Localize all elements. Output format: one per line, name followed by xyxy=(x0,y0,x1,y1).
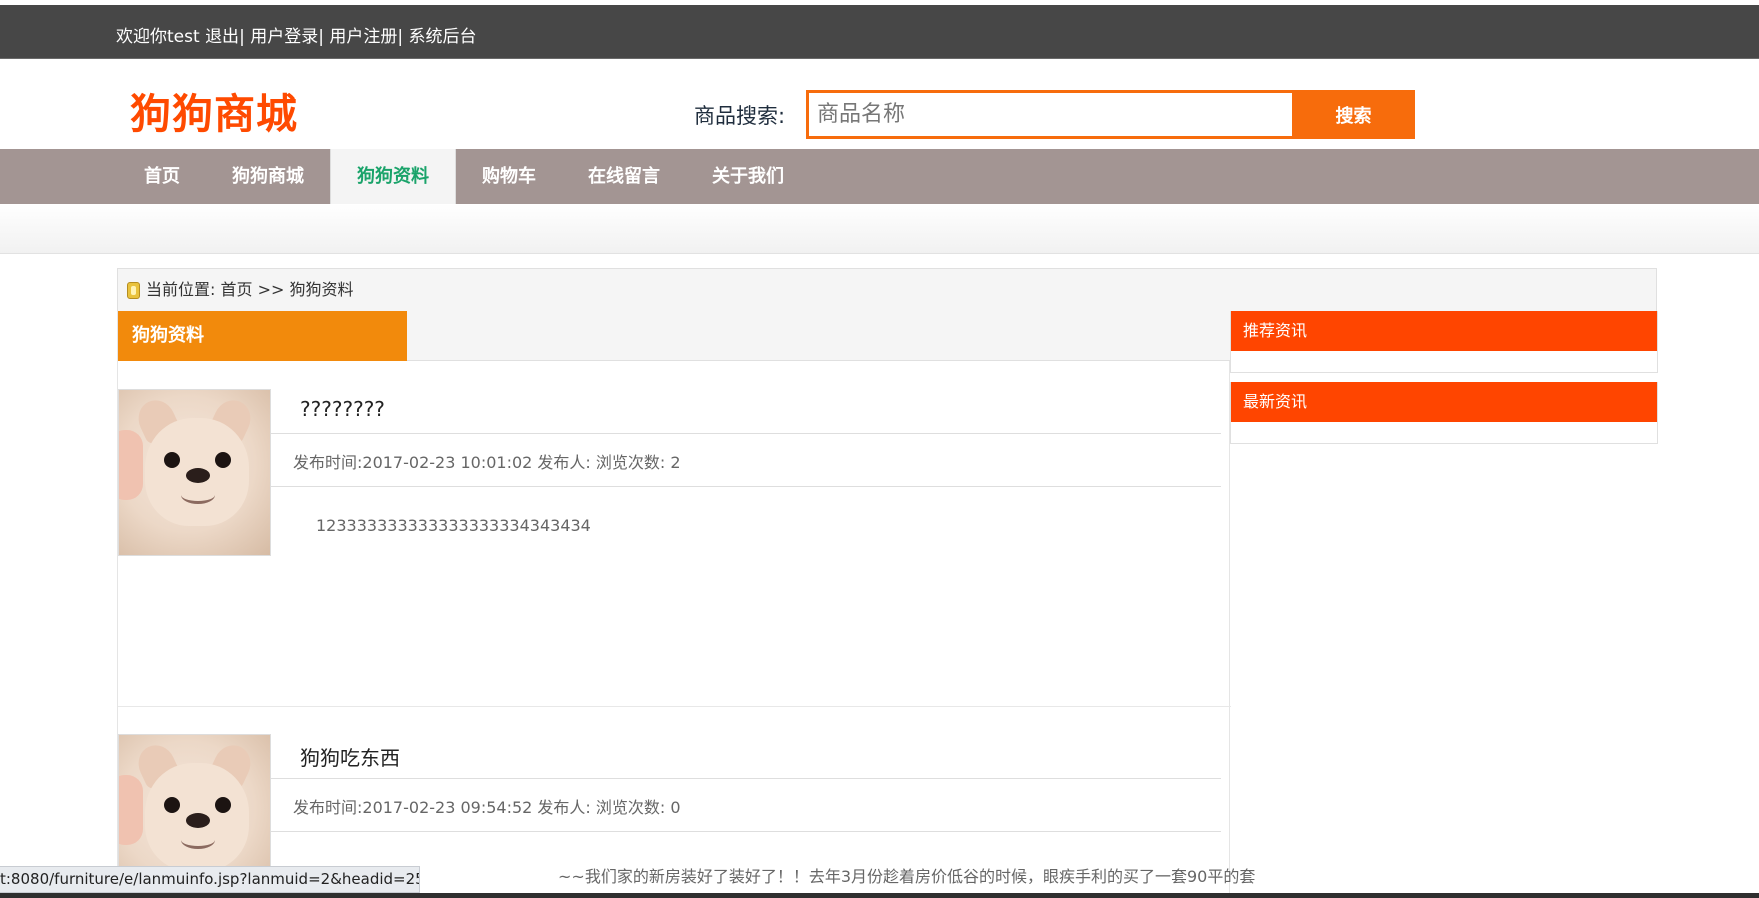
latest-list xyxy=(1231,422,1657,443)
article-thumbnail[interactable] xyxy=(118,389,271,556)
logout-link[interactable]: 退出 xyxy=(205,27,239,47)
article-title[interactable]: 狗狗吃东西 xyxy=(300,742,400,771)
search-label: 商品搜索: xyxy=(694,104,786,128)
admin-link[interactable]: | 系统后台 xyxy=(397,27,476,47)
nav-item-cart[interactable]: 购物车 xyxy=(456,149,562,204)
breadcrumb: 当前位置: 首页 >> 狗狗资料 xyxy=(117,268,1657,312)
section-header: 狗狗资料 xyxy=(118,311,1231,361)
article-separator xyxy=(118,706,1231,707)
status-url: t:8080/furniture/e/lanmuinfo.jsp?lanmuid… xyxy=(0,866,420,893)
nav-item-message[interactable]: 在线留言 xyxy=(562,149,686,204)
divider xyxy=(271,778,1221,779)
latest-title: 最新资讯 xyxy=(1231,382,1657,422)
top-bar: 欢迎你test 退出| 用户登录| 用户注册| 系统后台 xyxy=(0,5,1759,59)
search-input[interactable] xyxy=(806,90,1295,139)
article-meta: 发布时间:2017-02-23 10:01:02 发布人: 浏览次数: 2 xyxy=(293,453,681,472)
recommended-title: 推荐资讯 xyxy=(1231,311,1657,351)
login-link[interactable]: | 用户登录 xyxy=(239,27,318,47)
divider xyxy=(271,831,1221,832)
header: 狗狗商城 商品搜索: 搜索 xyxy=(0,60,1759,149)
register-link[interactable]: | 用户注册 xyxy=(318,27,397,47)
article-item: ???????? 发布时间:2017-02-23 10:01:02 发布人: 浏… xyxy=(118,389,1231,707)
breadcrumb-text: 当前位置: 首页 >> 狗狗资料 xyxy=(146,280,354,299)
section-title: 狗狗资料 xyxy=(118,311,407,361)
site-logo[interactable]: 狗狗商城 xyxy=(130,80,298,140)
recommended-list xyxy=(1231,351,1657,372)
user-links: 欢迎你test 退出| 用户登录| 用户注册| 系统后台 xyxy=(116,22,476,47)
search-button[interactable]: 搜索 xyxy=(1292,90,1415,139)
nav-item-shop[interactable]: 狗狗商城 xyxy=(206,149,330,204)
nav-item-about[interactable]: 关于我们 xyxy=(686,149,810,204)
banner-strip xyxy=(0,204,1759,254)
article-excerpt: ~~我们家的新房装好了装好了！！去年3月份趁着房价低谷的时候，眼疾手利的买了一套… xyxy=(558,867,1256,886)
divider xyxy=(271,433,1221,434)
recommended-box: 推荐资讯 xyxy=(1230,311,1658,373)
welcome-text: 欢迎你test xyxy=(116,27,206,47)
nav-item-dog-info[interactable]: 狗狗资料 xyxy=(330,149,456,204)
bottom-edge xyxy=(0,893,1759,898)
main-nav: 首页 狗狗商城 狗狗资料 购物车 在线留言 关于我们 xyxy=(0,149,1759,204)
divider xyxy=(271,486,1221,487)
main-content: 狗狗资料 ???????? 发布时间:2017-02-23 10:01:02 发… xyxy=(117,311,1255,898)
nav-item-home[interactable]: 首页 xyxy=(118,149,206,204)
article-title[interactable]: ???????? xyxy=(300,397,385,421)
article-meta: 发布时间:2017-02-23 09:54:52 发布人: 浏览次数: 0 xyxy=(293,798,681,817)
article-excerpt: 123333333333333333334343434 xyxy=(316,516,591,535)
latest-box: 最新资讯 xyxy=(1230,382,1658,444)
location-icon xyxy=(127,282,140,299)
